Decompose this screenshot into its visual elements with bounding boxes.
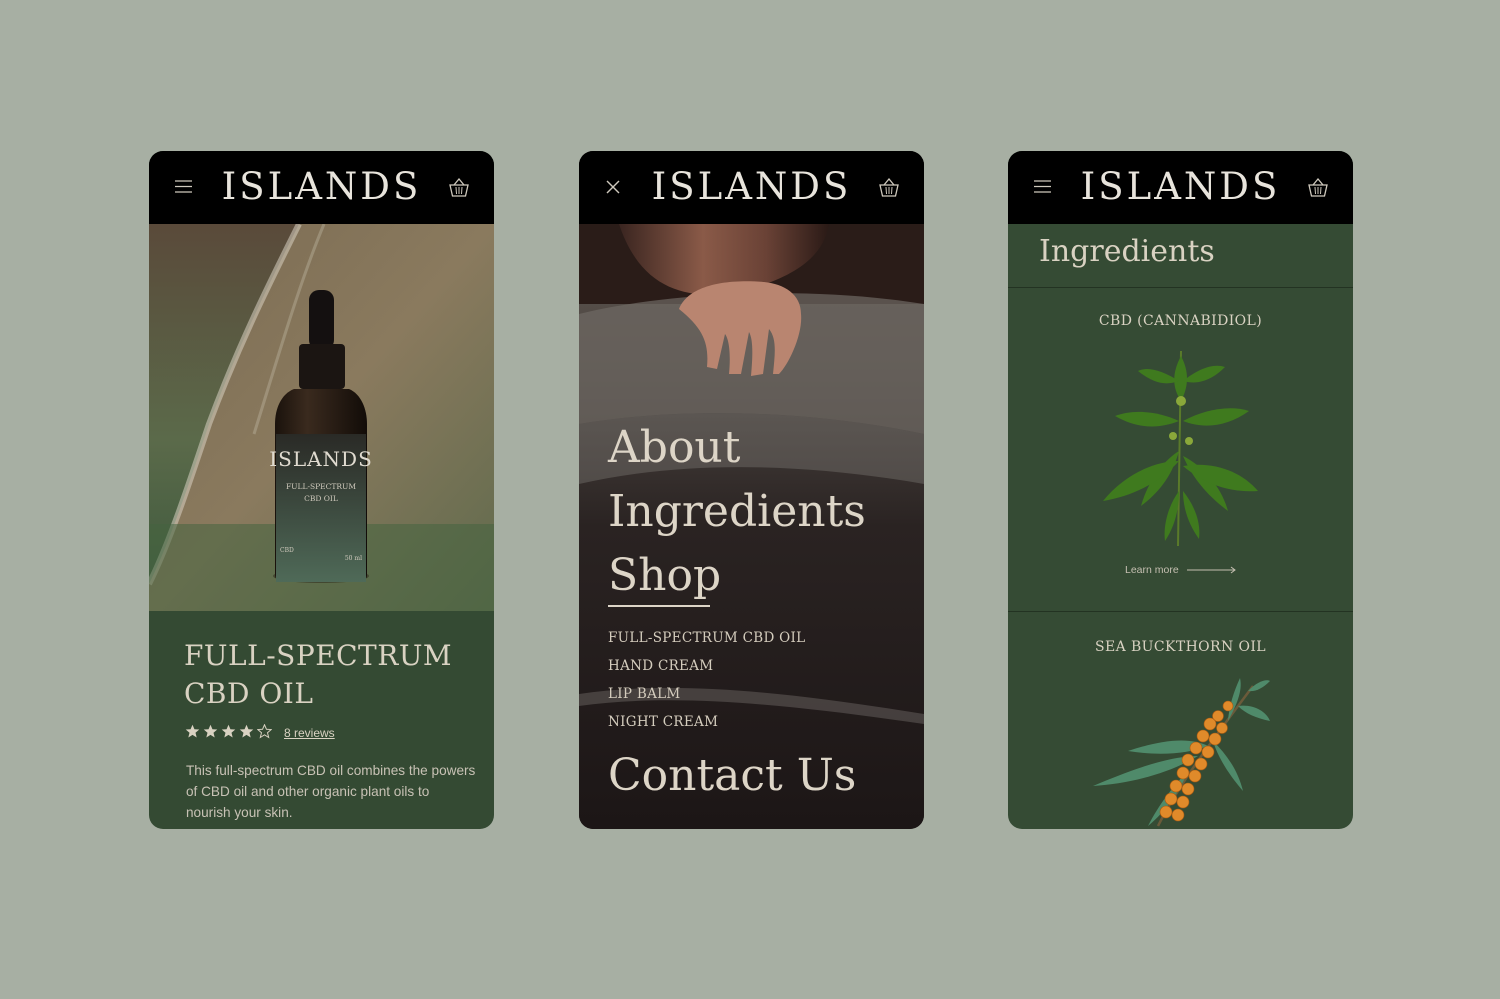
brand-logo[interactable]: ISLANDS: [149, 165, 494, 208]
nav-shop[interactable]: Shop: [608, 551, 721, 601]
rating-stars: [185, 724, 272, 740]
header-bar: ISLANDS: [149, 151, 494, 224]
nav-about[interactable]: About: [608, 423, 740, 473]
cannabis-plant-illustration: [1103, 350, 1258, 547]
ingredient-name-cbd: CBD (CANNABIDIOL): [1098, 313, 1263, 329]
section-divider: [1008, 287, 1353, 288]
nav-shop-item-lip-balm[interactable]: LIP BALM: [608, 686, 681, 702]
product-title: FULL-SPECTRUM CBD OIL: [184, 637, 484, 713]
product-title-line1: FULL-SPECTRUM: [184, 639, 453, 672]
product-hero-image: ISLANDS FULL-SPECTRUM CBD OIL CBD 50 ml: [149, 224, 494, 611]
product-screen: ISLANDS ISLANDS FULL-SPECTRUM CBD OIL CB…: [149, 151, 494, 829]
brand-logo[interactable]: ISLANDS: [579, 165, 924, 208]
bottle-label-left: CBD: [280, 547, 294, 554]
bottle-label-line1: FULL-SPECTRUM: [286, 482, 356, 491]
header-bar: ISLANDS: [1008, 151, 1353, 224]
learn-more-link[interactable]: Learn more: [1125, 564, 1179, 576]
product-title-line2: CBD OIL: [184, 677, 314, 710]
bottle-label-line2: CBD OIL: [304, 494, 338, 503]
bottle-brand-text: ISLANDS: [269, 447, 373, 471]
menu-screen: ISLANDS About Ingredients Shop FULL-SPEC…: [579, 151, 924, 829]
header-bar: ISLANDS: [579, 151, 924, 224]
nav-shop-item-night-cream[interactable]: NIGHT CREAM: [608, 714, 718, 730]
ingredient-name-sea-buckthorn: SEA BUCKTHORN OIL: [1095, 639, 1266, 655]
nav-shop-item-hand-cream[interactable]: HAND CREAM: [608, 658, 713, 674]
star-filled-icon: [221, 724, 236, 738]
star-filled-icon: [203, 724, 218, 738]
reviews-link[interactable]: 8 reviews: [284, 726, 335, 740]
nav-contact[interactable]: Contact Us: [608, 751, 856, 801]
product-description: This full-spectrum CBD oil combines the …: [186, 763, 476, 820]
basket-icon[interactable]: [1307, 178, 1329, 197]
star-filled-icon: [185, 724, 200, 738]
ingredients-screen: ISLANDS Ingredients CBD (CANNABIDIOL) Le…: [1008, 151, 1353, 829]
star-empty-icon: [257, 724, 272, 739]
sea-buckthorn-illustration: [1093, 678, 1270, 827]
active-underline: [608, 605, 710, 607]
brand-logo[interactable]: ISLANDS: [1008, 165, 1353, 208]
nav-shop-item-cbd-oil[interactable]: FULL-SPECTRUM CBD OIL: [608, 630, 805, 646]
page-title: Ingredients: [1039, 234, 1215, 269]
nav-ingredients[interactable]: Ingredients: [608, 487, 866, 537]
section-divider: [1008, 611, 1353, 612]
star-filled-icon: [239, 724, 254, 738]
basket-icon[interactable]: [448, 178, 470, 197]
arrow-right-icon[interactable]: [1187, 565, 1237, 575]
basket-icon[interactable]: [878, 178, 900, 197]
bottle-label-right: 50 ml: [345, 555, 362, 562]
